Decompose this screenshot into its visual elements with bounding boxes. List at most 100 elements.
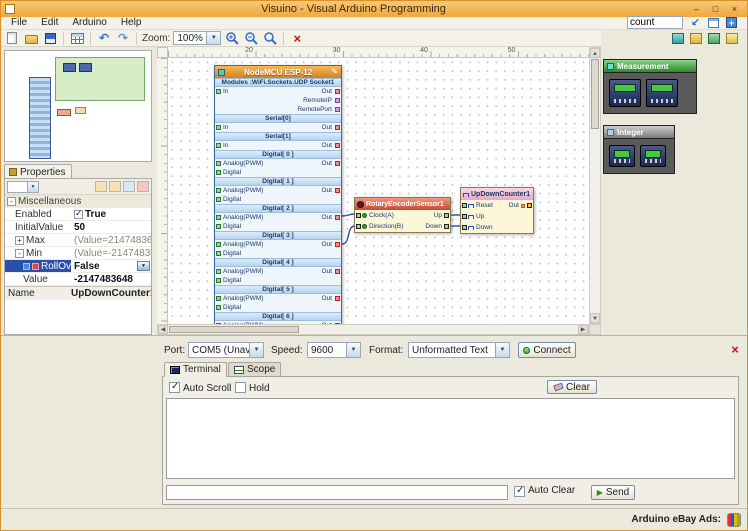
new-project-icon[interactable]: [4, 31, 20, 46]
output-pin[interactable]: [444, 213, 449, 218]
output-pin[interactable]: [335, 143, 340, 148]
input-pin[interactable]: [356, 224, 361, 229]
zoom-out-icon[interactable]: [243, 31, 259, 46]
scroll-down-icon[interactable]: ▼: [590, 313, 600, 323]
maximize-button[interactable]: □: [707, 3, 724, 16]
input-pin[interactable]: [216, 197, 221, 202]
component-item[interactable]: [640, 145, 666, 167]
property-value[interactable]: (Value=2147483647...: [71, 234, 151, 246]
collapse-categories-icon[interactable]: [670, 31, 685, 46]
close-button[interactable]: ×: [726, 3, 743, 16]
auto-scroll-checkbox[interactable]: [169, 382, 180, 393]
input-pin[interactable]: [462, 214, 467, 219]
input-pin[interactable]: [216, 215, 221, 220]
terminal-output[interactable]: [166, 398, 735, 479]
vertical-scroll-thumb[interactable]: [591, 59, 599, 129]
canvas-vertical-scrollbar[interactable]: ▲ ▼: [589, 47, 601, 324]
input-pin[interactable]: [356, 213, 361, 218]
undo-icon[interactable]: ↶: [96, 31, 112, 46]
delete-selection-icon[interactable]: ×: [289, 31, 305, 46]
zoom-fit-icon[interactable]: [262, 31, 278, 46]
tab-scope[interactable]: Scope: [228, 362, 281, 377]
properties-filter-dropdown[interactable]: ▼: [7, 181, 39, 193]
auto-clear-checkbox[interactable]: [514, 486, 525, 497]
design-canvas[interactable]: NodeMCU ESP-12 ✎ Modules :WiFi.Sockets.U…: [168, 58, 589, 324]
component-item[interactable]: [646, 79, 678, 107]
add-search-icon[interactable]: +: [724, 15, 739, 30]
input-pin[interactable]: [216, 305, 221, 310]
scroll-right-icon[interactable]: ▶: [578, 325, 588, 334]
tab-properties[interactable]: Properties: [4, 164, 72, 179]
input-pin[interactable]: [216, 170, 221, 175]
zoom-in-icon[interactable]: [224, 31, 240, 46]
component-search-input[interactable]: [627, 16, 683, 29]
property-row-max[interactable]: +Max(Value=2147483647...: [5, 234, 151, 247]
scroll-up-icon[interactable]: ▲: [590, 48, 600, 58]
design-overview[interactable]: [4, 50, 152, 162]
output-pin[interactable]: [335, 296, 340, 301]
counter-title-bar[interactable]: UpDownCounter1: [461, 188, 533, 200]
rotary-title-bar[interactable]: RotaryEncoderSensor1: [355, 198, 450, 210]
output-pin[interactable]: [335, 269, 340, 274]
property-value[interactable]: 50: [71, 221, 151, 233]
expand-categories-icon[interactable]: [688, 31, 703, 46]
input-pin[interactable]: [216, 188, 221, 193]
updown-counter-block[interactable]: UpDownCounter1 ResetOutUpDown: [460, 187, 534, 234]
menu-item-arduino[interactable]: Arduino: [66, 17, 112, 29]
title-bar[interactable]: Visuino - Visual Arduino Programming – □…: [1, 1, 747, 17]
close-panel-icon[interactable]: ×: [728, 342, 742, 357]
format-select[interactable]: Unformatted Text▼: [408, 342, 510, 358]
property-row-value[interactable]: Value-2147483648: [5, 273, 151, 286]
input-pin[interactable]: [216, 296, 221, 301]
dropdown-arrow-icon[interactable]: ▼: [495, 343, 509, 357]
tab-terminal[interactable]: Terminal: [164, 362, 227, 377]
input-pin[interactable]: [216, 269, 221, 274]
dropdown-arrow-icon[interactable]: ▼: [206, 32, 220, 44]
output-pin[interactable]: [335, 215, 340, 220]
large-icons-view-icon[interactable]: [706, 31, 721, 46]
property-row-rollover[interactable]: RollOverFalse▼: [5, 260, 151, 273]
dropdown-arrow-icon[interactable]: ▼: [27, 182, 38, 192]
send-input[interactable]: [166, 485, 508, 500]
expand-glyph[interactable]: +: [15, 236, 24, 245]
menu-item-edit[interactable]: Edit: [35, 17, 64, 29]
property-row-min[interactable]: -Min(Value=-2147483648...: [5, 247, 151, 260]
output-pin[interactable]: [335, 98, 340, 103]
nodemcu-title-bar[interactable]: NodeMCU ESP-12 ✎: [215, 66, 341, 78]
output-pin[interactable]: [335, 125, 340, 130]
input-pin[interactable]: [216, 242, 221, 247]
port-select[interactable]: COM5 (Unava▼: [188, 342, 264, 358]
name-row[interactable]: Name UpDownCounter1: [5, 286, 151, 300]
speed-select[interactable]: 9600▼: [307, 342, 361, 358]
ebay-ads-icon[interactable]: [727, 513, 741, 527]
value-dropdown-button[interactable]: ▼: [137, 261, 150, 271]
input-pin[interactable]: [216, 278, 221, 283]
output-pin[interactable]: [335, 89, 340, 94]
scroll-left-icon[interactable]: ◀: [158, 325, 168, 334]
redo-icon[interactable]: ↷: [115, 31, 131, 46]
hold-checkbox[interactable]: [235, 382, 246, 393]
search-window-icon[interactable]: [706, 15, 721, 30]
toolbox-category-header[interactable]: Measurement: [603, 59, 697, 72]
input-pin[interactable]: [216, 143, 221, 148]
clear-button[interactable]: Clear: [547, 380, 597, 394]
property-row-enabled[interactable]: EnabledTrue: [5, 208, 151, 221]
connect-button[interactable]: Connect: [518, 342, 576, 358]
minimize-button[interactable]: –: [688, 3, 705, 16]
add-component-icon[interactable]: ↙: [688, 15, 703, 30]
property-value[interactable]: False▼: [71, 260, 151, 272]
expand-glyph[interactable]: -: [15, 249, 24, 258]
property-row-initialvalue[interactable]: InitialValue50: [5, 221, 151, 234]
pin-properties-icon[interactable]: [137, 181, 149, 192]
output-pin[interactable]: [527, 203, 532, 208]
save-project-icon[interactable]: [42, 31, 58, 46]
canvas-horizontal-scrollbar[interactable]: ◀ ▶: [157, 324, 589, 335]
component-item[interactable]: [609, 79, 641, 107]
value-checkbox[interactable]: [74, 210, 83, 219]
component-item[interactable]: [609, 145, 635, 167]
menu-item-help[interactable]: Help: [115, 17, 148, 29]
dropdown-arrow-icon[interactable]: ▼: [346, 343, 360, 357]
output-pin[interactable]: [444, 224, 449, 229]
property-value[interactable]: -2147483648: [71, 273, 151, 285]
dropdown-arrow-icon[interactable]: ▼: [249, 343, 263, 357]
